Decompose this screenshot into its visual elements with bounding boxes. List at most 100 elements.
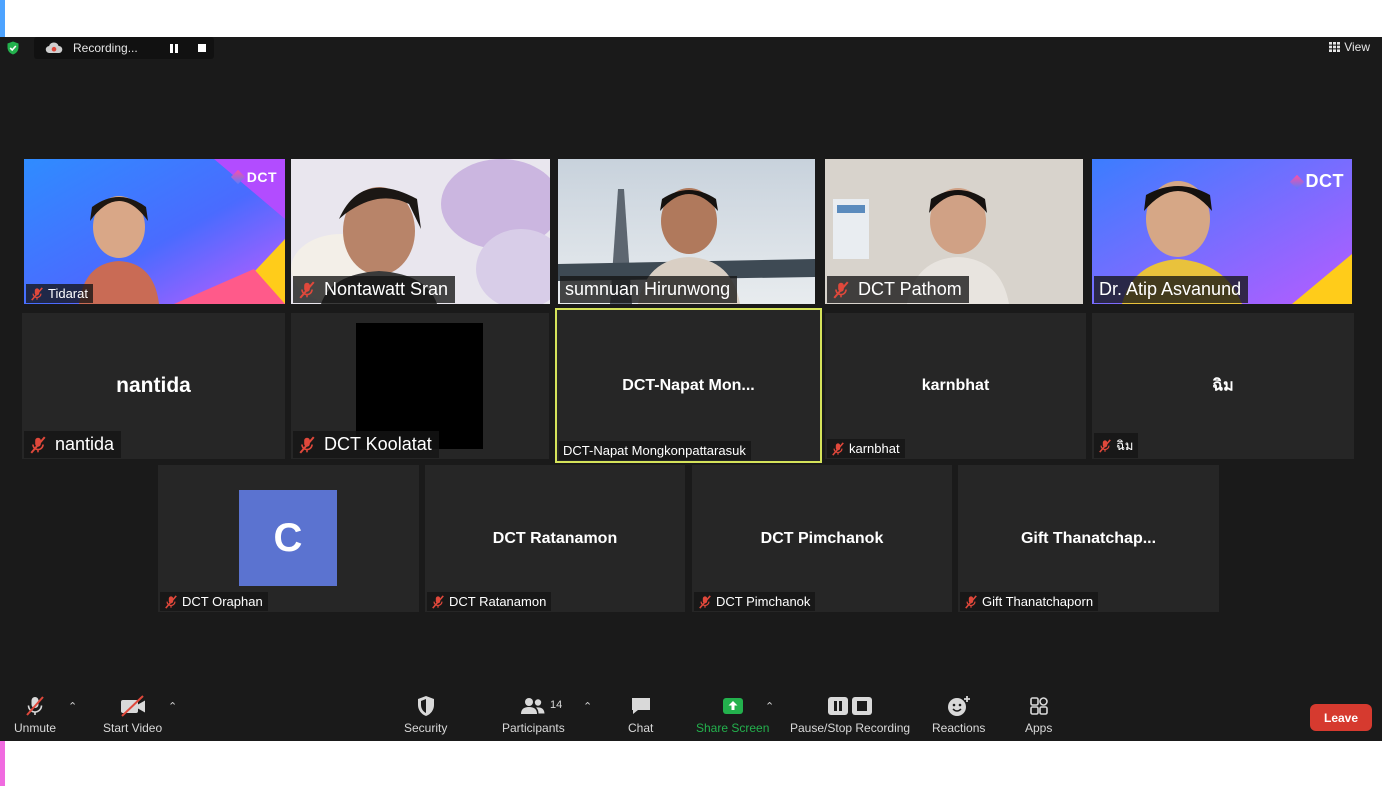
share-screen-label: Share Screen	[696, 721, 770, 735]
chat-icon	[631, 698, 650, 714]
stop-recording-button[interactable]	[194, 41, 210, 55]
participant-name-tag: Tidarat	[26, 284, 93, 303]
mic-off-icon	[964, 595, 978, 609]
participant-tile[interactable]: C DCT Oraphan	[158, 465, 419, 612]
window-edge-accent	[0, 741, 5, 786]
mic-off-icon	[26, 696, 44, 716]
participant-display-name: DCT-Napat Mon...	[622, 376, 755, 394]
participant-name: DCT Pimchanok	[716, 594, 811, 609]
shield-check-icon[interactable]	[6, 41, 20, 55]
participants-label: Participants	[502, 721, 565, 735]
mic-off-icon	[29, 436, 47, 454]
participant-name: DCT Oraphan	[182, 594, 263, 609]
participant-name: DCT Koolatat	[324, 434, 432, 454]
participant-name-tag: ฉิม	[1094, 433, 1139, 458]
reactions-icon	[947, 696, 970, 716]
reactions-label: Reactions	[932, 721, 986, 735]
view-button[interactable]: View	[1329, 40, 1370, 54]
participant-name: Tidarat	[48, 286, 88, 301]
participant-tile[interactable]: DCT Ratanamon DCT Ratanamon	[425, 465, 685, 612]
participant-tile[interactable]: Nontawatt Sran	[291, 159, 550, 304]
apps-icon	[1029, 697, 1048, 715]
participant-tile[interactable]: nantida nantida	[22, 313, 285, 459]
share-options-caret[interactable]: ⌃	[765, 700, 774, 713]
pause-icon	[170, 43, 178, 53]
dct-logo-text: DCT	[246, 169, 277, 185]
grid-view-icon	[1329, 42, 1341, 52]
participant-count: 14	[550, 699, 563, 711]
participant-tile[interactable]: Gift Thanatchap... Gift Thanatchaporn	[958, 465, 1219, 612]
participant-name: Gift Thanatchaporn	[982, 594, 1094, 609]
start-video-label: Start Video	[103, 721, 163, 735]
mic-off-icon	[431, 595, 445, 609]
participant-name: Dr. Atip Asvanund	[1099, 279, 1242, 299]
security-button[interactable]: Security	[404, 695, 447, 735]
video-off-icon	[120, 695, 145, 717]
participant-name-tag: Dr. Atip Asvanund	[1094, 276, 1249, 303]
participant-tile[interactable]: DCT Dr. Atip Asvanund	[1092, 159, 1352, 304]
participant-display-name: nantida	[116, 374, 191, 397]
apps-button[interactable]: Apps	[1025, 695, 1052, 735]
participant-name-tag: DCT Pathom	[827, 276, 969, 303]
mic-off-icon	[30, 287, 44, 301]
participant-name-tag: DCT Ratanamon	[427, 592, 552, 611]
video-options-caret[interactable]: ⌃	[168, 700, 177, 713]
view-label: View	[1344, 40, 1370, 54]
participant-name: sumnuan Hirunwong	[565, 279, 731, 299]
participants-options-caret[interactable]: ⌃	[583, 700, 592, 713]
share-screen-button[interactable]: Share Screen	[696, 695, 769, 735]
participant-tile[interactable]: DCT Pimchanok DCT Pimchanok	[692, 465, 952, 612]
reactions-button[interactable]: Reactions	[932, 695, 985, 735]
pause-recording-button[interactable]	[166, 41, 182, 55]
pause-stop-icon	[828, 697, 873, 715]
avatar: C	[239, 490, 337, 586]
stop-icon	[198, 44, 206, 52]
participant-name-tag: karnbhat	[827, 439, 905, 458]
window-edge-accent	[0, 0, 5, 37]
participant-display-name: ฉิม	[1212, 377, 1234, 395]
security-label: Security	[404, 721, 448, 735]
participant-name: Nontawatt Sran	[324, 279, 449, 299]
mic-off-icon	[298, 281, 316, 299]
chat-button[interactable]: Chat	[628, 695, 653, 735]
mic-off-icon	[298, 436, 316, 454]
participant-name-tag: DCT Koolatat	[293, 431, 439, 458]
participant-name-tag: Nontawatt Sran	[293, 276, 456, 303]
participant-display-name: DCT Ratanamon	[492, 529, 618, 547]
participant-tile-active-speaker[interactable]: DCT-Napat Mon... DCT-Napat Mongkonpattar…	[555, 308, 822, 463]
participant-name: nantida	[55, 434, 115, 454]
audio-options-caret[interactable]: ⌃	[68, 700, 77, 713]
recording-label: Recording...	[73, 41, 138, 55]
dct-logo: DCT	[1289, 171, 1345, 192]
meeting-toolbar: Unmute ⌃ Start Video ⌃ Security Particip…	[0, 687, 1382, 741]
participants-icon	[521, 698, 545, 714]
participant-display-name: Gift Thanatchap...	[1020, 529, 1157, 547]
participant-name: DCT Pathom	[858, 279, 962, 299]
participant-name: ฉิม	[1116, 438, 1134, 453]
pause-stop-recording-button[interactable]: Pause/Stop Recording	[790, 695, 910, 735]
unmute-button[interactable]: Unmute	[14, 695, 56, 735]
participant-tile[interactable]: DCT Pathom	[825, 159, 1083, 304]
participant-name: DCT Ratanamon	[449, 594, 547, 609]
participant-display-name: DCT Pimchanok	[760, 529, 884, 547]
participant-name: DCT-Napat Mongkonpattarasuk	[563, 443, 746, 458]
mic-off-icon	[831, 442, 845, 456]
participant-name-tag: DCT-Napat Mongkonpattarasuk	[559, 441, 751, 460]
recording-indicator: Recording...	[34, 37, 214, 59]
unmute-label: Unmute	[14, 721, 57, 735]
participant-name-tag: DCT Pimchanok	[694, 592, 816, 611]
participant-tile[interactable]: DCT Koolatat	[291, 313, 549, 459]
start-video-button[interactable]: Start Video	[103, 695, 162, 735]
participant-tile[interactable]: karnbhat karnbhat	[825, 313, 1086, 459]
participant-name-tag: nantida	[24, 431, 122, 458]
pause-stop-recording-label: Pause/Stop Recording	[790, 721, 911, 735]
mic-off-icon	[164, 595, 178, 609]
participant-tile[interactable]: sumnuan Hirunwong	[558, 159, 815, 304]
shield-icon	[417, 696, 434, 716]
meeting-window: Recording... View DCT Tidarat Nontawatt …	[0, 37, 1382, 741]
chat-label: Chat	[628, 721, 654, 735]
participant-tile[interactable]: ฉิม ฉิม	[1092, 313, 1354, 459]
leave-button[interactable]: Leave	[1310, 704, 1372, 731]
participant-tile[interactable]: DCT Tidarat	[24, 159, 285, 304]
apps-label: Apps	[1025, 721, 1053, 735]
